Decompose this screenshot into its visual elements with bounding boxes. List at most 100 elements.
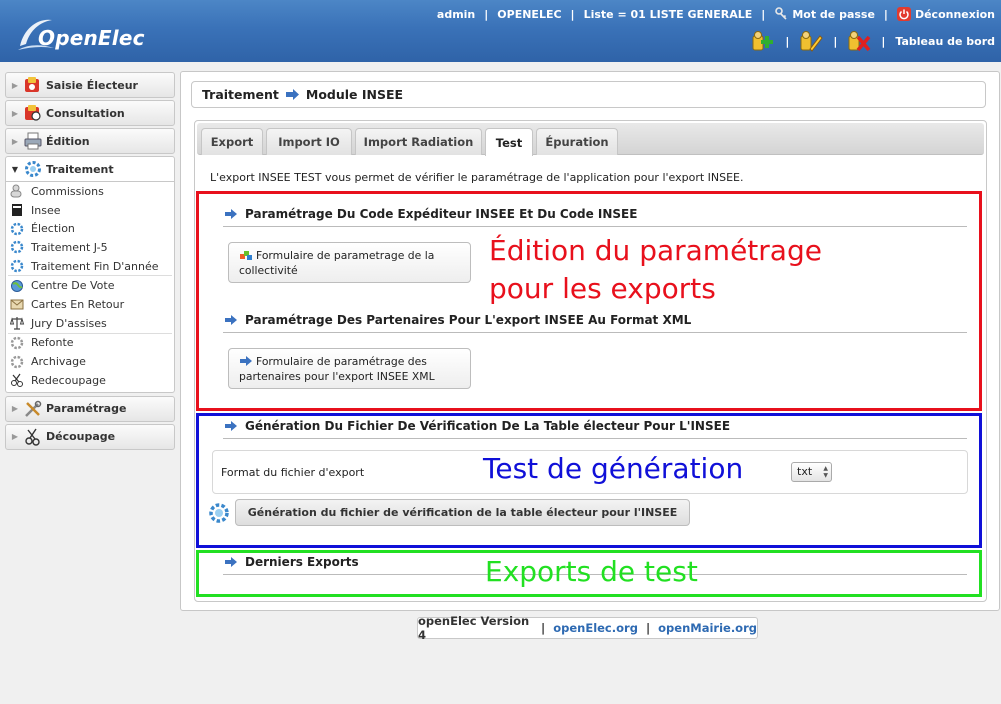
- export-format-select[interactable]: txt ▲ ▼: [791, 462, 832, 482]
- logout-link[interactable]: Déconnexion: [896, 7, 995, 21]
- sidebar-item-centre-de-vote[interactable]: Centre De Vote: [6, 276, 174, 295]
- voter-entry-icon: [25, 77, 39, 92]
- edit-voter-icon[interactable]: [799, 30, 824, 52]
- nav-separator: |: [761, 7, 766, 21]
- menu-label: Paramétrage: [46, 402, 127, 416]
- breadcrumb: Traitement Module INSEE: [191, 81, 986, 108]
- list-selector[interactable]: Liste = 01 LISTE GENERALE: [584, 8, 753, 21]
- action-toolbar: | | | Tableau de bord: [751, 30, 995, 52]
- main-panel: Traitement Module INSEE Export Import IO…: [180, 71, 1000, 611]
- sidebar-item-insee[interactable]: Insee: [6, 201, 174, 220]
- toolbar-separator: |: [833, 34, 838, 48]
- sidebar-item-election[interactable]: Élection: [6, 219, 174, 238]
- breadcrumb-parent[interactable]: Traitement: [202, 87, 279, 102]
- section-title-text: Génération Du Fichier De Vérification De…: [245, 419, 731, 433]
- tab-import-io[interactable]: Import IO: [266, 128, 352, 155]
- chevron-right-icon: ▶: [11, 136, 19, 146]
- section-title: Génération Du Fichier De Vérification De…: [225, 419, 730, 433]
- menu-decoupage[interactable]: ▶ Découpage: [5, 423, 175, 450]
- people-icon: [10, 184, 22, 198]
- section-title-text: Paramétrage Du Code Expéditeur INSEE Et …: [245, 207, 638, 221]
- openmairie-link[interactable]: openMairie.org: [658, 621, 757, 635]
- arrow-right-icon: [240, 356, 252, 366]
- power-icon: [896, 7, 911, 21]
- blocks-icon: [240, 251, 252, 260]
- partners-settings-button[interactable]: Formulaire de paramétrage des partenaire…: [228, 348, 471, 389]
- collectivite-settings-button[interactable]: Formulaire de parametrage de la collecti…: [228, 242, 471, 283]
- chevron-right-icon: ▶: [11, 80, 19, 90]
- password-label: Mot de passe: [792, 8, 875, 21]
- tab-epuration[interactable]: Épuration: [536, 128, 618, 155]
- footer: openElec Version 4 | openElec.org | open…: [417, 614, 758, 642]
- generate-verification-file-button[interactable]: Génération du fichier de vérification de…: [235, 499, 690, 526]
- delete-voter-icon[interactable]: [847, 30, 871, 52]
- openelec-link[interactable]: openElec.org: [553, 621, 638, 635]
- add-voter-icon[interactable]: [751, 30, 775, 52]
- tab-test[interactable]: Test: [485, 128, 533, 156]
- consultation-icon: [25, 105, 41, 121]
- sidebar-item-jury-assises[interactable]: Jury D'assises: [6, 314, 174, 333]
- sidebar-item-label: Commissions: [31, 184, 104, 198]
- logo-text: OpenElec: [38, 26, 145, 50]
- annotation-exports: Exports de test: [485, 555, 698, 588]
- menu-label: Saisie Électeur: [46, 78, 138, 92]
- scissors-icon: [25, 428, 40, 446]
- sidebar-item-label: Centre De Vote: [31, 279, 115, 293]
- arrow-right-icon: [285, 89, 299, 100]
- nav-separator: |: [570, 7, 575, 21]
- button-label: Formulaire de parametrage de la collecti…: [239, 249, 435, 277]
- password-link[interactable]: Mot de passe: [774, 7, 875, 21]
- globe-icon: [11, 279, 23, 292]
- divider: [223, 332, 967, 333]
- section-title: Paramétrage Du Code Expéditeur INSEE Et …: [225, 207, 637, 221]
- format-label: Format du fichier d'export: [221, 466, 365, 479]
- dashboard-link[interactable]: Tableau de bord: [895, 35, 995, 48]
- toolbar-separator: |: [785, 34, 790, 48]
- annotation-edition-line2: pour les exports: [489, 272, 716, 305]
- breadcrumb-current: Module INSEE: [305, 87, 404, 102]
- arrow-right-icon: [225, 421, 237, 431]
- sidebar-item-commissions[interactable]: Commissions: [6, 182, 174, 201]
- menu-label: Consultation: [46, 106, 125, 120]
- sidebar-item-traitement-j5[interactable]: Traitement J-5: [6, 238, 174, 257]
- sidebar-menu: ▶ Saisie Électeur ▶ Consultation ▶ Éditi…: [5, 72, 175, 452]
- sidebar-item-refonte[interactable]: Refonte: [6, 334, 174, 353]
- tab-bar: Export Import IO Import Radiation Test É…: [197, 123, 984, 156]
- spinner-arrows-icon: ▲ ▼: [823, 465, 828, 479]
- arrow-right-icon: [225, 315, 237, 325]
- menu-edition[interactable]: ▶ Édition: [5, 128, 175, 154]
- section-title-text: Derniers Exports: [245, 555, 359, 569]
- sidebar-item-archivage[interactable]: Archivage: [6, 352, 174, 371]
- tools-icon: [25, 400, 42, 417]
- sidebar-item-label: Traitement J-5: [31, 240, 108, 254]
- menu-traitement[interactable]: ▼ Traitement: [5, 156, 175, 182]
- menu-parametrage[interactable]: ▶ Paramétrage: [5, 395, 175, 422]
- tab-import-radiation[interactable]: Import Radiation: [355, 128, 482, 155]
- sidebar-item-traitement-fin-annee[interactable]: Traitement Fin D'année: [6, 257, 174, 276]
- nav-separator: |: [883, 7, 888, 21]
- instance-name[interactable]: OPENELEC: [497, 8, 561, 21]
- section-title: Paramétrage Des Partenaires Pour L'expor…: [225, 313, 691, 327]
- sidebar-item-cartes-en-retour[interactable]: Cartes En Retour: [6, 295, 174, 314]
- menu-consultation[interactable]: ▶ Consultation: [5, 100, 175, 126]
- openelec-logo[interactable]: OpenElec: [8, 8, 144, 54]
- menu-saisie-electeur[interactable]: ▶ Saisie Électeur: [5, 72, 175, 98]
- sidebar-item-redecoupage[interactable]: Redecoupage: [6, 371, 174, 390]
- app-header: OpenElec admin | OPENELEC | Liste = 01 L…: [0, 0, 1001, 62]
- gear-icon: [209, 503, 229, 523]
- mail-icon: [10, 299, 24, 310]
- menu-label: Édition: [46, 134, 90, 148]
- logout-label: Déconnexion: [914, 8, 995, 21]
- chevron-down-icon: ▼: [11, 164, 19, 174]
- toolbar-separator: |: [881, 34, 886, 48]
- gear-grey-icon: [10, 355, 24, 368]
- user-name[interactable]: admin: [437, 8, 475, 21]
- gear-icon: [10, 241, 24, 254]
- gear-icon: [10, 259, 24, 273]
- format-value: txt: [797, 465, 813, 478]
- printer-icon: [24, 132, 42, 150]
- sidebar-item-label: Archivage: [31, 355, 86, 369]
- sidebar-item-label: Traitement Fin D'année: [31, 259, 159, 273]
- tab-export[interactable]: Export: [201, 128, 263, 155]
- nav-separator: |: [484, 7, 489, 21]
